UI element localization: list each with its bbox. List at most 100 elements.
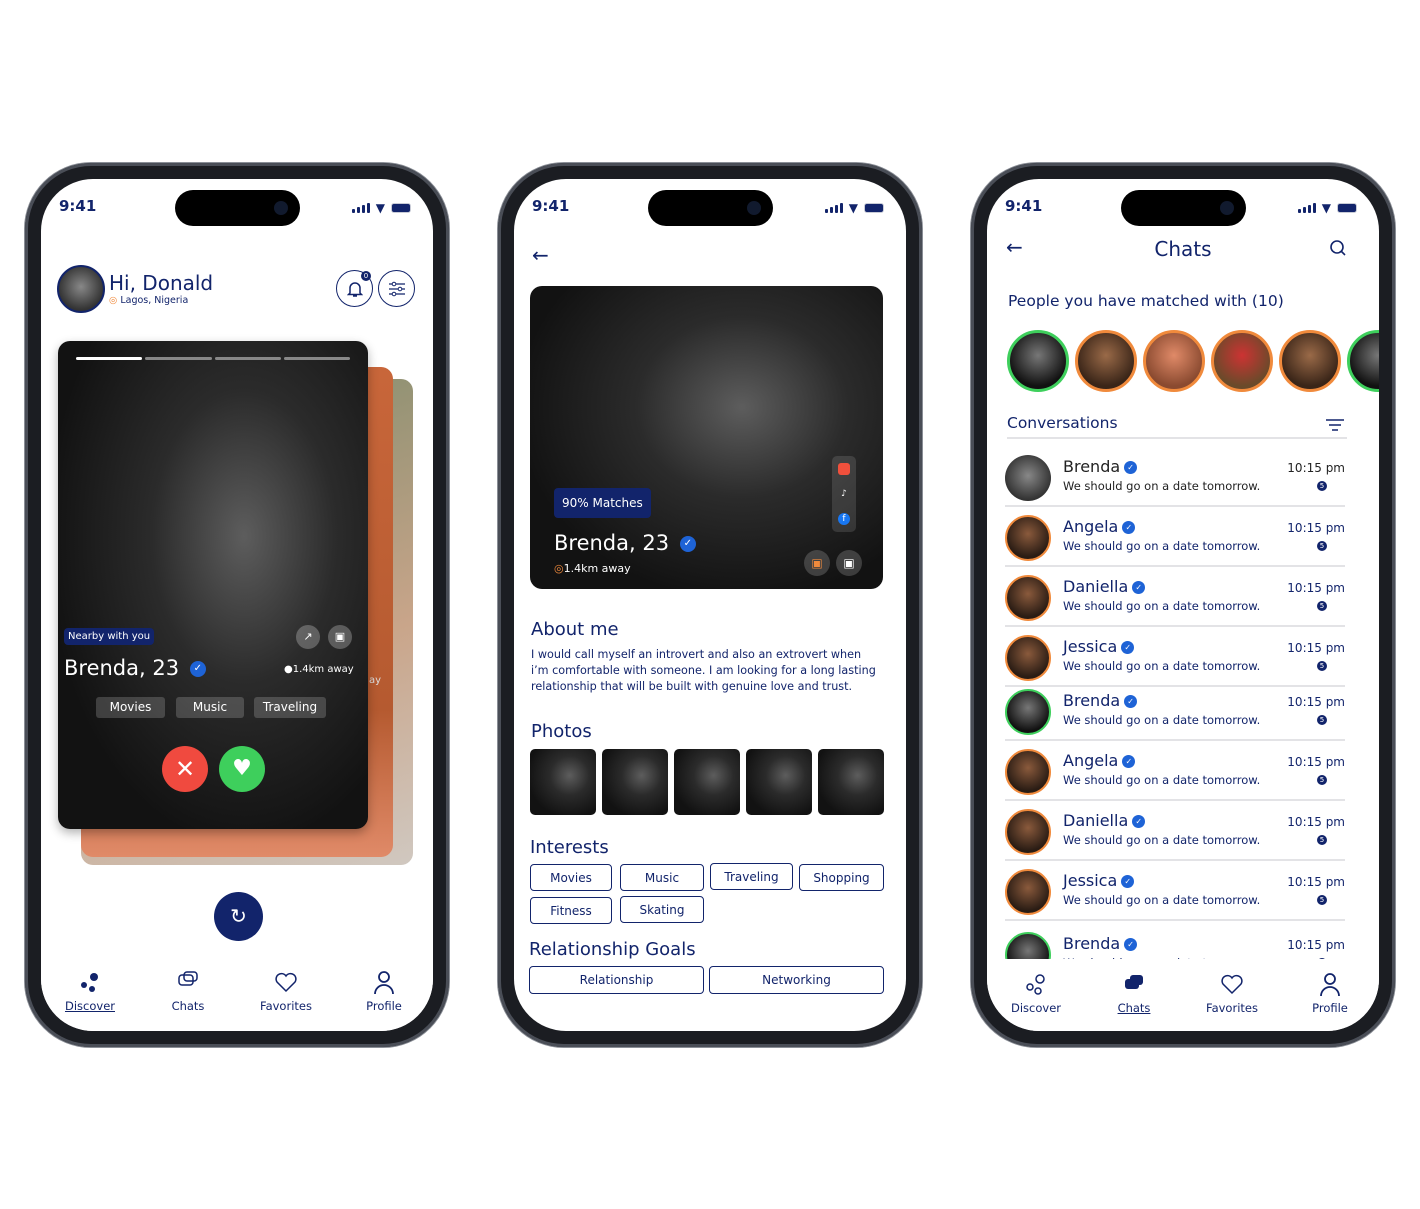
match-avatar[interactable] (1279, 330, 1341, 392)
page-title: Chats (1154, 237, 1212, 261)
nav-favorites[interactable]: Favorites (1192, 971, 1272, 1015)
profile-distance: ◎1.4km away (554, 562, 631, 575)
nav-discover[interactable]: Discover (50, 969, 130, 1013)
contact-name: Jessica ✓ (1063, 871, 1135, 890)
gallery-button[interactable]: ▣ (836, 550, 862, 576)
card-name: Brenda, 23 ✓ (64, 656, 206, 680)
gallery-button[interactable]: ▣ (328, 625, 352, 649)
nav-profile[interactable]: Profile (344, 969, 424, 1013)
filter-button[interactable] (1326, 417, 1344, 436)
battery-icon (391, 203, 411, 213)
photo-thumbnail[interactable] (818, 749, 884, 815)
photo-thumbnail[interactable] (602, 749, 668, 815)
photo-grid (530, 749, 884, 815)
search-button[interactable] (1329, 239, 1347, 261)
match-avatar[interactable] (1007, 330, 1069, 392)
interest-chip: Movies (96, 697, 165, 718)
conversation-row[interactable]: Angela ✓ We should go on a date tomorrow.… (1005, 745, 1345, 801)
verified-icon: ✓ (1124, 938, 1138, 951)
conversation-row[interactable]: Daniella ✓ We should go on a date tomorro… (1005, 805, 1345, 861)
scan-button[interactable]: ▣ (804, 550, 830, 576)
last-message: We should go on a date tomorrow. (1063, 599, 1261, 613)
wifi-icon: ▼ (375, 201, 385, 215)
message-time: 10:15 pm (1287, 581, 1345, 595)
conversation-row[interactable]: Angela ✓ We should go on a date tomorrow.… (1005, 511, 1345, 567)
verified-icon: ✓ (1121, 641, 1135, 654)
avatar (1005, 575, 1051, 621)
nav-chats[interactable]: Chats (1094, 971, 1174, 1015)
goal-chip: Relationship (529, 966, 704, 994)
nav-favorites[interactable]: Favorites (246, 969, 326, 1013)
search-icon (1330, 240, 1346, 256)
chats-screen: 9:41 ▼ ← Chats People you have matched w… (987, 179, 1379, 1031)
facebook-icon[interactable]: f (838, 513, 850, 525)
compass-button[interactable]: ↗ (296, 625, 320, 649)
heart-icon: ♥ (232, 756, 252, 781)
interest-chip: Movies (530, 864, 612, 891)
rewind-button[interactable]: ↻ (214, 892, 263, 941)
message-time: 10:15 pm (1287, 938, 1345, 952)
last-message: We should go on a date tomorrow. (1063, 479, 1261, 493)
dynamic-island (648, 190, 773, 226)
interest-chip: Skating (620, 896, 704, 923)
last-message: We should go on a date tomorrow. (1063, 893, 1261, 907)
message-time: 10:15 pm (1287, 755, 1345, 769)
tiktok-icon[interactable]: ♪ (841, 489, 847, 499)
dynamic-island (175, 190, 300, 226)
photo-thumbnail[interactable] (674, 749, 740, 815)
interest-chip: Music (620, 864, 704, 891)
close-icon: ✕ (174, 755, 196, 783)
unread-badge: 5 (1317, 835, 1327, 845)
interest-chip: Music (176, 697, 244, 718)
nav-profile[interactable]: Profile (1290, 971, 1370, 1015)
conversation-row[interactable]: Brenda✓ We should go on a date tomorrow.… (1005, 685, 1345, 741)
interest-chip: Fitness (530, 897, 612, 924)
filter-button[interactable] (378, 270, 415, 307)
dislike-button[interactable]: ✕ (162, 746, 208, 792)
verified-icon: ✓ (679, 536, 696, 552)
like-button[interactable]: ♥ (219, 746, 265, 792)
match-avatar[interactable] (1143, 330, 1205, 392)
message-time: 10:15 pm (1287, 875, 1345, 889)
signal-icon (1297, 203, 1316, 213)
instagram-icon[interactable] (838, 463, 850, 475)
match-avatar[interactable] (1347, 330, 1379, 392)
interest-chip: Traveling (254, 697, 326, 718)
photo-thumbnail[interactable] (530, 749, 596, 815)
conversation-row[interactable]: Daniella ✓ We should go on a date tomorro… (1005, 571, 1345, 627)
wifi-icon: ▼ (848, 201, 858, 215)
social-links: ♪ f (832, 456, 856, 532)
discover-icon (1026, 974, 1045, 995)
match-avatar[interactable] (1075, 330, 1137, 392)
interest-chip: Shopping (799, 864, 884, 891)
arrow-left-icon: ← (532, 243, 549, 267)
nav-discover[interactable]: Discover (996, 971, 1076, 1015)
notification-badge: 0 (361, 271, 371, 281)
nearby-badge: Nearby with you (64, 628, 155, 645)
message-time: 10:15 pm (1287, 461, 1345, 475)
status-icons: ▼ (351, 201, 411, 215)
matched-title: People you have matched with (10) (1008, 292, 1284, 310)
card-distance: ●1.4km away (284, 664, 354, 675)
conversation-row[interactable]: Jessica ✓ We should go on a date tomorrow… (1005, 631, 1345, 687)
profile-card[interactable]: Nearby with you ↗ ▣ Brenda, 23 ✓ ●1.4km … (58, 341, 368, 829)
avatar (1005, 635, 1051, 681)
interests-title: Interests (530, 837, 609, 858)
notifications-button[interactable]: 0 (336, 270, 373, 307)
phone-profile: 9:41 ▼ ← 90% Matches Brenda, 23 ✓ ◎1.4km… (498, 163, 922, 1047)
status-icons: ▼ (824, 201, 884, 215)
conversation-row[interactable]: Jessica ✓ We should go on a date tomorrow… (1005, 865, 1345, 921)
back-button[interactable]: ← (532, 243, 549, 267)
phone-discover: 9:41 ▼ Hi, Donald ◎ Lagos, Nigeria 0 ay … (25, 163, 449, 1047)
bottom-nav: Discover Chats Favorites Profile (987, 959, 1379, 1031)
user-avatar[interactable] (57, 265, 105, 313)
verified-icon: ✓ (1132, 581, 1146, 594)
heart-icon (1221, 974, 1243, 995)
unread-badge: 5 (1317, 661, 1327, 671)
conversation-row[interactable]: Brenda✓ We should go on a date tomorrow.… (1005, 451, 1345, 507)
wifi-icon: ▼ (1321, 201, 1331, 215)
match-avatar[interactable] (1211, 330, 1273, 392)
photo-thumbnail[interactable] (746, 749, 812, 815)
nav-chats[interactable]: Chats (148, 969, 228, 1013)
discover-icon (81, 973, 98, 992)
